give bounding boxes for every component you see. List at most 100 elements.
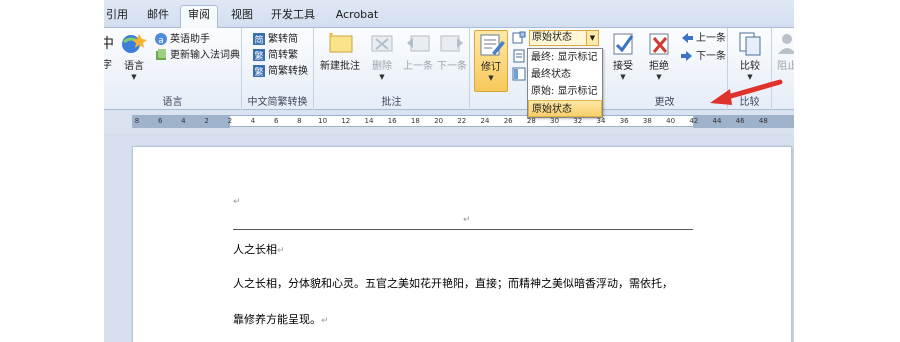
tab-mailings[interactable]: 邮件 — [140, 6, 176, 28]
show-markup-button[interactable] — [512, 49, 528, 65]
track-changes-icon — [480, 34, 505, 56]
trad-to-simp-label: 繁转简 — [268, 34, 298, 45]
ruler-tick-label: 32 — [573, 117, 583, 125]
chevron-down-icon[interactable]: ▼ — [586, 31, 598, 45]
balloons-button[interactable] — [512, 31, 528, 47]
trad-to-simp-button[interactable]: 简繁转简 — [252, 32, 298, 48]
ruler-tick-label: 4 — [181, 117, 186, 125]
ruler-tick-label: 36 — [619, 117, 629, 125]
svg-text:简: 简 — [254, 34, 263, 46]
doc-body-text-2: 靠修养方能呈现。 — [233, 313, 321, 326]
delete-comment-icon — [371, 35, 393, 52]
chevron-down-icon: ▼ — [656, 73, 662, 81]
ruler-tick-label: 40 — [666, 117, 676, 125]
tab-review[interactable]: 审阅 — [180, 5, 218, 29]
conversion-icon: 繁 — [253, 65, 265, 78]
ruler-tick-label: 2 — [204, 117, 209, 125]
next-change-button[interactable]: 下一条 — [680, 49, 726, 65]
header-divider — [233, 229, 693, 230]
ruler-tick-label: 34 — [596, 117, 606, 125]
tab-references[interactable]: 引用 — [104, 6, 130, 28]
ruler-area: 8 6 4 2 2 4 6 8 10 12 14 16 18 20 22 24 26 28 30 32 34 36 38 40… — [104, 110, 794, 134]
ruler-tick-label: 48 — [758, 117, 768, 125]
svg-text:繁: 繁 — [254, 50, 263, 62]
doc-title-line: 人之长相↵ — [233, 241, 285, 257]
previous-comment-icon — [407, 35, 430, 52]
conversion-button[interactable]: 繁简繁转换 — [252, 64, 308, 80]
option-original[interactable]: 原始状态 — [528, 100, 602, 117]
show-markup-icon — [513, 49, 525, 63]
option-final-show-markup[interactable]: 最终: 显示标记 — [528, 49, 602, 66]
new-comment-icon — [329, 33, 353, 53]
simp-to-trad-label: 简转繁 — [268, 50, 298, 61]
language-icon — [122, 34, 147, 53]
group-chinese-conversion: 简繁转简 繁简转繁 繁简繁转换 中文简繁转换 — [242, 28, 314, 110]
previous-change-label: 上一条 — [696, 33, 726, 44]
previous-change-icon — [682, 33, 693, 43]
update-ime-button[interactable]: 更新输入法词典 — [154, 48, 240, 64]
track-changes-button[interactable]: 修订 ▼ — [474, 30, 508, 92]
reject-label: 拒绝 — [649, 61, 669, 72]
ribbon: 中 字 语言 ▼ a 英语助手 更新输入法词典 语言 简繁转简 繁 简转繁 繁 … — [104, 28, 794, 110]
title-paragraph-mark: ↵ — [277, 246, 285, 256]
document-page[interactable]: ↵ ↵ 人之长相↵ 人之长相，分体貌和心灵。五官之美如花开艳阳，直接；而精神之美… — [132, 146, 792, 342]
tab-developer[interactable]: 开发工具 — [268, 6, 318, 28]
tab-acrobat[interactable]: Acrobat — [332, 6, 382, 28]
ruler-tick-label: 2 — [227, 117, 233, 125]
display-for-review-dropdown: 最终: 显示标记 最终状态 原始: 显示标记 原始状态 — [527, 48, 603, 118]
english-assistant-button[interactable]: a 英语助手 — [154, 32, 210, 48]
simp-to-trad-button[interactable]: 繁简转繁 — [252, 48, 298, 64]
reviewing-pane-icon — [512, 67, 526, 81]
next-comment-icon — [440, 35, 463, 52]
ruler-tick-label: 14 — [364, 117, 374, 125]
ribbon-tabs: 引用 邮件 审阅 视图 开发工具 Acrobat — [104, 0, 794, 29]
partial-button[interactable]: 中 — [104, 36, 114, 52]
next-change-label: 下一条 — [696, 51, 726, 62]
ruler-tick-label: 8 — [134, 117, 140, 125]
display-for-review-value: 原始状态 — [532, 32, 572, 43]
compare-button[interactable]: 比较 ▼ — [730, 30, 770, 82]
ruler-tick-label: 22 — [457, 117, 467, 125]
new-comment-label: 新建批注 — [320, 61, 360, 72]
block-authors-icon — [778, 34, 794, 54]
ruler-tick-label: 12 — [341, 117, 351, 125]
svg-text:繁: 繁 — [254, 66, 263, 78]
simp-to-trad-icon: 繁 — [253, 49, 265, 62]
language-label: 语言 — [124, 61, 144, 72]
tab-view[interactable]: 视图 — [224, 6, 260, 28]
delete-comment-label: 删除 — [372, 61, 392, 72]
compare-icon — [739, 32, 761, 56]
block-authors-button[interactable]: 阻止 — [772, 30, 794, 73]
reject-button[interactable]: 拒绝 ▼ — [640, 30, 678, 82]
option-final[interactable]: 最终状态 — [528, 66, 602, 83]
group-label-language: 语言 — [162, 97, 183, 108]
chevron-down-icon: ▼ — [620, 73, 626, 81]
accept-label: 接受 — [613, 61, 633, 72]
option-original-show-markup[interactable]: 原始: 显示标记 — [528, 83, 602, 100]
english-assistant-label: 英语助手 — [170, 34, 210, 45]
ruler-tick-label: 6 — [273, 117, 279, 125]
compare-label: 比较 — [740, 61, 760, 72]
document-area: ↵ ↵ 人之长相↵ 人之长相，分体貌和心灵。五官之美如花开艳阳，直接；而精神之美… — [104, 134, 794, 342]
horizontal-ruler[interactable]: 8 6 4 2 2 4 6 8 10 12 14 16 18 20 22 24 26 28 30 32 34 36 38 40… — [132, 115, 794, 128]
dictionary-icon — [156, 49, 166, 60]
ruler-tick-label: 6 — [157, 117, 163, 125]
ruler-tick-label: 16 — [387, 117, 397, 125]
reviewing-pane-button[interactable] — [512, 67, 528, 83]
trad-to-simp-icon: 简 — [253, 33, 265, 46]
partial-button-label: 字 — [104, 60, 112, 71]
delete-comment-button[interactable]: 删除 ▼ — [362, 30, 402, 82]
chevron-down-icon: ▼ — [379, 73, 385, 81]
language-button[interactable]: 语言 ▼ — [114, 30, 154, 82]
doc-body-line-2: 靠修养方能呈现。↵ — [233, 311, 329, 327]
next-comment-button[interactable]: 下一条 — [432, 30, 472, 73]
block-authors-label: 阻止 — [777, 61, 794, 72]
display-for-review-select[interactable]: 原始状态 ▼ — [529, 30, 599, 46]
accept-button[interactable]: 接受 ▼ — [604, 30, 642, 82]
reject-icon — [649, 33, 669, 55]
new-comment-button[interactable]: 新建批注 — [318, 30, 362, 73]
previous-change-button[interactable]: 上一条 — [680, 31, 726, 47]
conversion-label: 简繁转换 — [268, 66, 308, 77]
group-label-chinese-conversion: 中文简繁转换 — [247, 97, 308, 108]
ruler-tick-label: 46 — [735, 117, 745, 125]
